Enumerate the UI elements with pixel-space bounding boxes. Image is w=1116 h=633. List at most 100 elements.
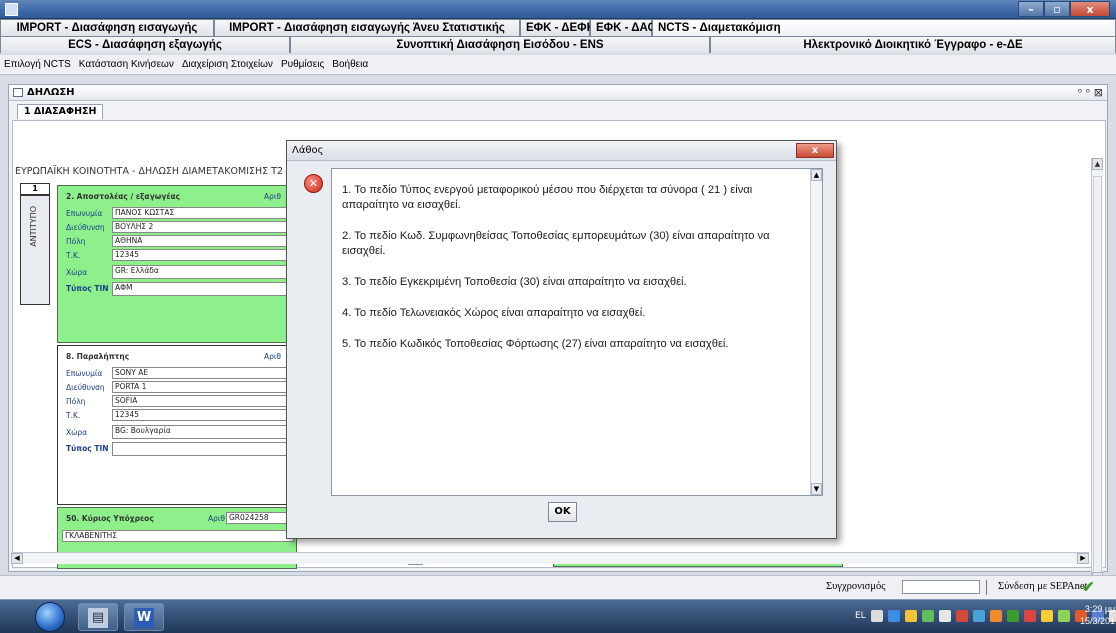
clock-time: 3:29 μμ (1084, 604, 1116, 614)
tray-icon[interactable] (904, 610, 917, 622)
app-icon (5, 3, 18, 16)
principal-name-field[interactable]: ΓΚΛΑΒΕΝΙΤΗΣ (62, 530, 294, 542)
taskbar: ▤ W EL 3:29 μμ 15/3/2017 (0, 599, 1116, 633)
receiver-box: 8. Παραλήπτης Αριθ Επωνυμία SONY AE Διεύ… (57, 345, 297, 505)
close-button[interactable]: x (1070, 1, 1110, 17)
system-tray: EL (855, 610, 1116, 622)
error-dialog-title: Λάθος (292, 145, 324, 156)
error-dialog: Λάθος x ✕ 1. Το πεδίο Τύπος ενεργού μετα… (286, 140, 837, 539)
scroll-left-icon[interactable]: ◀ (11, 553, 23, 564)
start-button[interactable] (35, 602, 65, 632)
scroll-up-icon[interactable]: ▲ (1092, 158, 1103, 170)
window-controls: – ▫ x (1018, 1, 1110, 17)
receiver-city-field[interactable]: SOFIA (112, 395, 292, 407)
tray-icon[interactable] (955, 610, 968, 622)
copy-column: ΑΝΤΙΤΥΠΟ (20, 195, 50, 305)
sender-address-field[interactable]: ΒΟΥΛΗΣ 2 (112, 221, 292, 233)
menu-data-management[interactable]: Διαχείριση Στοιχείων (178, 59, 277, 70)
scroll-thumb[interactable] (1093, 176, 1102, 580)
tab-e-de[interactable]: Ηλεκτρονικό Διοικητικό Έγγραφο - e-ΔΕ (710, 36, 1116, 53)
copy-label: ΑΝΤΙΤΥΠΟ (29, 206, 38, 247)
receiver-address-label: Διεύθυνση (66, 383, 105, 392)
tray-icon[interactable] (989, 610, 1002, 622)
receiver-city-label: Πόλη (66, 397, 86, 406)
menu-movements-status[interactable]: Κατάσταση Κινήσεων (75, 59, 178, 70)
menu-help[interactable]: Βοήθεια (328, 59, 372, 70)
tray-icon[interactable] (870, 610, 883, 622)
receiver-tin-type-label: Τύπος TIN (66, 444, 109, 453)
taskbar-clock[interactable]: 3:29 μμ 15/3/2017 (1080, 603, 1116, 627)
tray-icon[interactable] (972, 610, 985, 622)
taskbar-app-customs[interactable]: ▤ (78, 603, 118, 631)
tab-import-no-stats[interactable]: IMPORT - Διασάφηση εισαγωγής Άνευ Στατισ… (214, 19, 520, 36)
receiver-country-select[interactable]: BG: Βουλγαρία (112, 425, 292, 439)
form-vertical-scrollbar[interactable]: ▲ ▼ (1091, 158, 1103, 584)
tray-icon[interactable] (938, 610, 951, 622)
scroll-right-icon[interactable]: ▶ (1077, 553, 1089, 564)
menu-bar: Επιλογή NCTS Κατάσταση Κινήσεων Διαχείρι… (0, 55, 1116, 75)
tab-ncts[interactable]: NCTS - Διαμετακόμιση (652, 19, 1116, 36)
connected-check-icon: ✔ (1082, 580, 1095, 596)
receiver-num-label: Αριθ (264, 352, 282, 361)
error-message: 1. Το πεδίο Τύπος ενεργού μεταφορικού μέ… (342, 184, 753, 211)
tab-import[interactable]: IMPORT - Διασάφηση εισαγωγής (0, 19, 214, 36)
scroll-down-icon[interactable]: ▼ (811, 483, 822, 495)
error-message: 4. Το πεδίο Τελωνειακός Χώρος είναι απαρ… (342, 307, 646, 319)
word-icon: W (134, 608, 154, 628)
module-tabs-row2: ECS - Διασάφηση εξαγωγής Συνοπτική Διασά… (0, 36, 1116, 53)
receiver-title: 8. Παραλήπτης (66, 352, 130, 361)
error-messages-box: 1. Το πεδίο Τύπος ενεργού μεταφορικού μέ… (331, 168, 823, 496)
maximize-button[interactable]: ▫ (1044, 1, 1070, 17)
clock-date: 15/3/2017 (1080, 616, 1116, 626)
sender-postcode-field[interactable]: 12345 (112, 249, 292, 261)
principal-num-label: Αριθ (208, 514, 226, 523)
tray-icon[interactable] (921, 610, 934, 622)
form-horizontal-scrollbar[interactable]: ◀ ▶ (11, 552, 1089, 564)
tray-icon[interactable] (1057, 610, 1070, 622)
dialog-close-button[interactable]: x (796, 143, 834, 158)
inner-window-controls[interactable]: ᵒ ᵒ ⊠ (1078, 85, 1103, 100)
tray-icon[interactable] (887, 610, 900, 622)
sender-city-field[interactable]: ΑΘΗΝΑ (112, 235, 292, 247)
tab-efk-dao[interactable]: ΕΦΚ - ΔΑΟ (590, 19, 656, 36)
taskbar-app-word[interactable]: W (124, 603, 164, 631)
tab-declaration[interactable]: 1 ΔΙΑΣΑΦΗΣΗ (17, 104, 104, 119)
error-message: 2. Το πεδίο Κωδ. Συμφωνηθείσας Τοποθεσία… (342, 230, 770, 257)
error-message: 5. Το πεδίο Κωδικός Τοποθεσίας Φόρτωσης … (342, 338, 729, 350)
menu-settings[interactable]: Ρυθμίσεις (277, 59, 328, 70)
receiver-name-field[interactable]: SONY AE (112, 367, 292, 379)
error-message: 3. Το πεδίο Εγκεκριμένη Τοποθεσία (30) ε… (342, 276, 687, 288)
sender-country-select[interactable]: GR: Ελλάδα (112, 265, 292, 279)
sender-box: 2. Αποστολέας / εξαγωγέας Αριθ Επωνυμία … (57, 185, 297, 343)
tray-icon[interactable] (1006, 610, 1019, 622)
principal-title: 50. Κύριος Υπόχρεος (66, 514, 154, 523)
error-icon: ✕ (304, 174, 323, 193)
window-icon (13, 88, 23, 97)
ok-button[interactable]: OK (548, 502, 577, 522)
receiver-country-label: Χώρα (66, 428, 88, 437)
scroll-up-icon[interactable]: ▲ (811, 169, 822, 181)
receiver-postcode-label: Τ.Κ. (66, 411, 81, 420)
app-window-icon: ▤ (88, 608, 108, 628)
error-dialog-titlebar: Λάθος x (287, 141, 836, 161)
copy-number: 1 (20, 183, 50, 195)
declaration-window-titlebar: ΔΗΛΩΣΗ ᵒ ᵒ ⊠ (9, 85, 1107, 101)
tab-ecs[interactable]: ECS - Διασάφηση εξαγωγής (0, 36, 290, 53)
sync-label: Συγχρονισμός (826, 581, 886, 592)
sender-name-field[interactable]: ΠΑΝΟΣ ΚΩΣΤΑΣ (112, 207, 292, 219)
receiver-tin-type-select[interactable] (112, 442, 292, 456)
receiver-postcode-field[interactable]: 12345 (112, 409, 292, 421)
form-headline: ΕΥΡΩΠΑΪΚΗ ΚΟΙΝΟΤΗΤΑ - ΔΗΛΩΣΗ ΔΙΑΜΕΤΑΚΟΜΙ… (15, 166, 284, 177)
tab-efk-defk[interactable]: ΕΦΚ - ΔΕΦΚ (520, 19, 595, 36)
language-indicator[interactable]: EL (855, 610, 866, 622)
sender-tin-type-select[interactable]: ΑΦΜ (112, 282, 292, 296)
tab-ens[interactable]: Συνοπτική Διασάφηση Εισόδου - ENS (290, 36, 710, 53)
menu-ncts-select[interactable]: Επιλογή NCTS (0, 59, 75, 70)
tray-icon[interactable] (1023, 610, 1036, 622)
messages-scrollbar[interactable]: ▲ ▼ (810, 169, 822, 495)
sender-title: 2. Αποστολέας / εξαγωγέας (66, 192, 181, 201)
tray-icon[interactable] (1040, 610, 1053, 622)
minimize-button[interactable]: – (1018, 1, 1044, 17)
receiver-address-field[interactable]: PORTA 1 (112, 381, 292, 393)
sender-postcode-label: Τ.Κ. (66, 251, 81, 260)
